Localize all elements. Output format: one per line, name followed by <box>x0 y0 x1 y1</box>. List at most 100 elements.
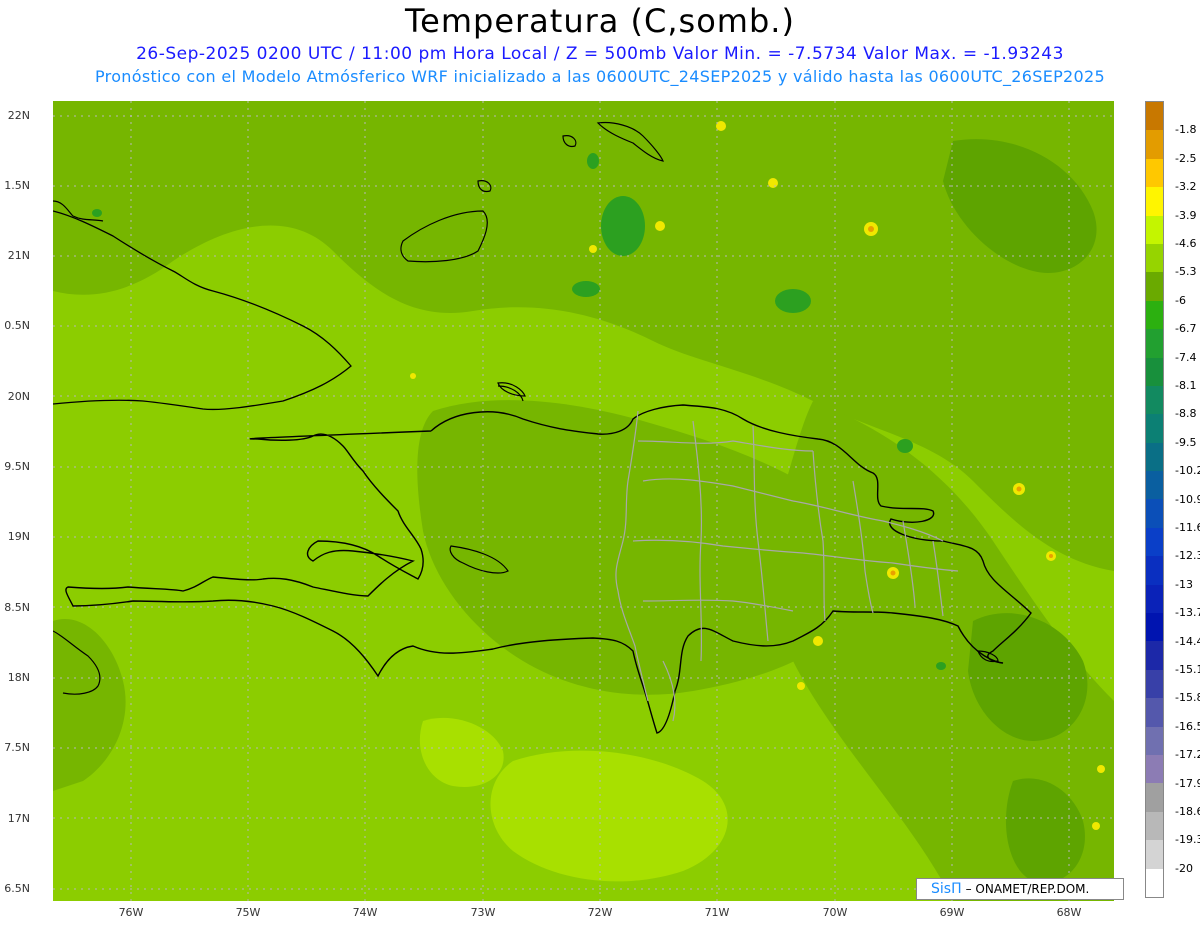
lat-label: 9.5N <box>4 460 30 473</box>
spot-orange-3 <box>1049 554 1053 558</box>
spot-orange-4 <box>890 570 896 576</box>
lat-label: 8.5N <box>4 601 30 614</box>
color-scale-box <box>1146 698 1163 727</box>
spot-green-2 <box>775 289 811 313</box>
color-scale-label: -8.1 <box>1175 379 1197 392</box>
color-scale-label: -15.1 <box>1175 663 1200 676</box>
color-scale-label: -3.9 <box>1175 208 1197 222</box>
lon-label: 72W <box>587 906 613 919</box>
lon-label: 74W <box>352 906 378 919</box>
temperature-map <box>53 101 1114 901</box>
color-scale-box <box>1146 641 1163 670</box>
color-scale-box <box>1146 300 1163 330</box>
spot-orange-2 <box>1016 486 1022 492</box>
lat-label: 17N <box>7 812 30 825</box>
spot-green-4 <box>587 153 599 169</box>
model-info: Pronóstico con el Modelo Atmósferico WRF… <box>95 67 1105 86</box>
color-scale-label: -1.8 <box>1175 123 1197 137</box>
lat-label: 6.5N <box>4 882 30 895</box>
color-scale-box <box>1146 783 1163 812</box>
color-scale-box <box>1146 329 1163 358</box>
color-scale-label: -4.6 <box>1175 237 1197 250</box>
color-scale-box <box>1146 215 1163 244</box>
spot-yellow-13 <box>1097 765 1105 773</box>
color-scale-box <box>1146 556 1163 585</box>
spot-yellow-12 <box>589 245 597 253</box>
lon-label: 71W <box>704 906 730 919</box>
color-scale-label: -13 <box>1175 577 1193 591</box>
color-scale-box <box>1146 726 1163 755</box>
spot-yellow-11 <box>410 373 416 379</box>
spot-orange-1 <box>868 226 874 232</box>
color-scale-box <box>1146 102 1163 131</box>
lat-label: 0.5N <box>4 319 30 332</box>
color-scale-label: -14.4 <box>1175 634 1200 648</box>
color-scale-label: -3.2 <box>1175 180 1197 194</box>
lat-label: 22N <box>7 109 30 122</box>
lat-label: 7.5N <box>4 741 30 754</box>
spot-yellow-2 <box>655 221 665 231</box>
lat-label: 19N <box>7 530 30 543</box>
color-scale-box <box>1146 187 1163 216</box>
lon-label: 76W <box>118 906 144 919</box>
color-scale-box <box>1146 527 1163 557</box>
lat-label: 21N <box>7 249 30 262</box>
color-scale-label: -17.2 <box>1175 748 1200 762</box>
spot-yellow-4 <box>768 178 778 188</box>
color-scale-box <box>1146 357 1163 386</box>
color-scale-box <box>1146 385 1163 415</box>
color-scale-box <box>1146 272 1163 301</box>
color-scale-label: -12.3 <box>1175 549 1200 563</box>
spot-yellow-9 <box>797 682 805 690</box>
color-scale-box <box>1146 811 1163 841</box>
forecast-valid-time: 26-Sep-2025 0200 UTC / 11:00 pm Hora Loc… <box>136 44 1064 64</box>
spot-yellow-10 <box>1092 822 1100 830</box>
lon-label: 69W <box>939 906 965 919</box>
spot-green-5 <box>897 439 913 453</box>
sispi-logo: SisΠ <box>931 881 962 897</box>
credit-box: SisΠ – ONAMET/REP.DOM. <box>916 878 1124 900</box>
color-scale-label: -5.3 <box>1175 265 1197 279</box>
color-scale-label: -7.4 <box>1175 350 1197 364</box>
color-scale-label: -15.8 <box>1175 691 1200 705</box>
color-scale-label: -19.3 <box>1175 833 1200 847</box>
color-scale-bar <box>1145 101 1164 898</box>
color-scale-label: -18.6 <box>1175 805 1200 818</box>
color-scale-box <box>1146 840 1163 869</box>
spot-yellow-8 <box>813 636 823 646</box>
color-scale-label: -6.7 <box>1175 322 1197 336</box>
map-canvas <box>53 101 1114 901</box>
color-scale-label: -9.5 <box>1175 435 1197 449</box>
color-scale-label: -2.5 <box>1175 151 1197 165</box>
color-scale-box <box>1146 669 1163 699</box>
color-scale-box <box>1146 868 1163 897</box>
spot-green-1 <box>601 196 645 256</box>
lat-label: 18N <box>7 671 30 684</box>
color-scale-box <box>1146 414 1163 443</box>
lon-label: 73W <box>470 906 496 919</box>
color-scale-label: -6 <box>1175 293 1186 307</box>
color-scale-box <box>1146 499 1163 528</box>
color-scale-label: -16.5 <box>1175 719 1200 733</box>
spot-green-3 <box>572 281 600 297</box>
lon-label: 75W <box>235 906 261 919</box>
color-scale-box <box>1146 584 1163 614</box>
color-scale-label: -17.9 <box>1175 776 1200 790</box>
lon-label: 70W <box>822 906 848 919</box>
color-scale-box <box>1146 442 1163 472</box>
color-scale-box <box>1146 130 1163 159</box>
color-scale-box <box>1146 158 1163 188</box>
color-scale-box <box>1146 613 1163 642</box>
color-scale-label: -10.2 <box>1175 464 1200 478</box>
color-scale-label: -13.7 <box>1175 606 1200 620</box>
map-title: Temperatura (C,somb.) <box>405 2 795 40</box>
color-scale-box <box>1146 471 1163 500</box>
spot-green-6 <box>92 209 102 217</box>
color-scale-box <box>1146 243 1163 273</box>
color-scale-label: -11.6 <box>1175 521 1200 534</box>
color-scale-label: -8.8 <box>1175 407 1197 421</box>
lon-label: 68W <box>1056 906 1082 919</box>
lat-label: 1.5N <box>4 179 30 192</box>
color-scale-box <box>1146 754 1163 784</box>
color-scale-label: -10.9 <box>1175 492 1200 506</box>
